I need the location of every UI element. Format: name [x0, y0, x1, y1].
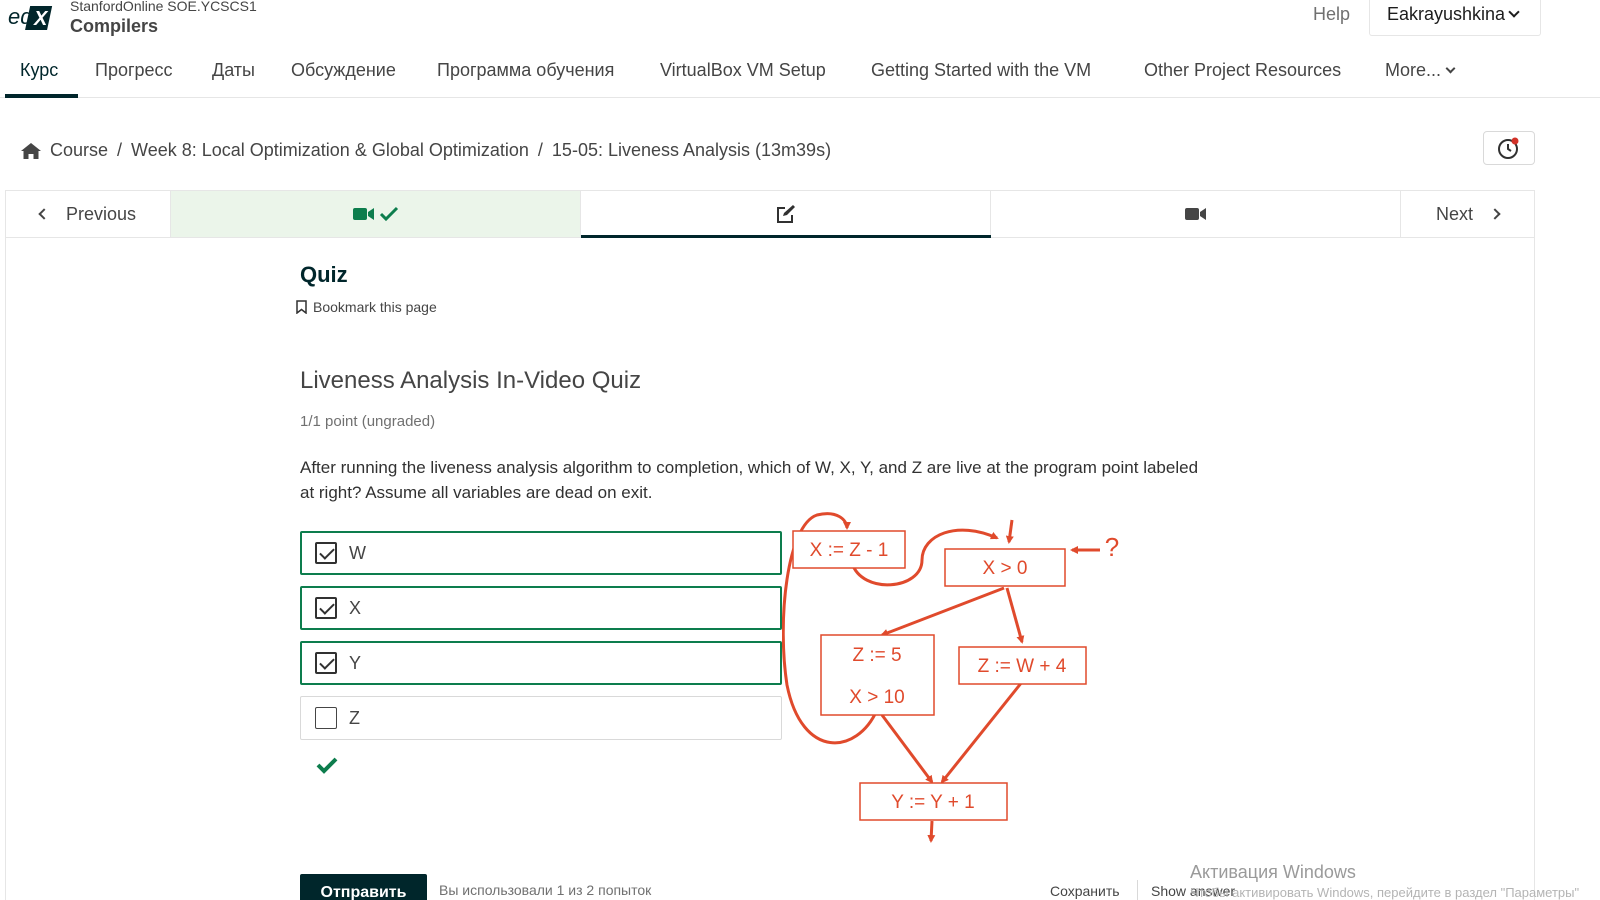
course-tabs: Курс Прогресс Даты Обсуждение Программа …	[0, 50, 1600, 98]
tab-progress[interactable]: Прогресс	[95, 60, 173, 81]
sequence-unit-video[interactable]	[991, 191, 1401, 237]
bookmark-label: Bookmark this page	[313, 299, 437, 315]
breadcrumb: Course / Week 8: Local Optimization & Gl…	[20, 140, 831, 161]
chevron-right-icon	[1489, 208, 1501, 220]
submit-button[interactable]: Отправить	[300, 874, 427, 900]
site-header: ed X StanfordOnline SOE.YCSCS1 Compilers…	[0, 0, 1600, 40]
problem-points: 1/1 point (ungraded)	[300, 413, 436, 430]
next-button[interactable]: Next	[1401, 191, 1534, 237]
problem-title: Liveness Analysis In-Video Quiz	[300, 367, 642, 394]
choice-z[interactable]: Z	[300, 696, 782, 740]
checkbox-unchecked[interactable]	[315, 707, 337, 729]
edit-icon	[776, 205, 795, 223]
chevron-down-icon	[1445, 63, 1456, 74]
previous-button[interactable]: Previous	[6, 191, 171, 237]
edx-logo[interactable]: ed X	[6, 2, 54, 32]
tab-syllabus[interactable]: Программа обучения	[437, 60, 614, 81]
attempts-text: Вы использовали 1 из 2 попыток	[439, 882, 652, 898]
diagram-question-mark: ?	[1105, 532, 1119, 562]
breadcrumb-course[interactable]: Course	[50, 140, 108, 161]
unit-title: Quiz	[300, 262, 348, 287]
diagram-node-label: Z := 5	[852, 645, 901, 666]
svg-text:X: X	[33, 8, 49, 30]
tab-more-label: More...	[1385, 60, 1442, 80]
notification-history-button[interactable]	[1483, 131, 1535, 165]
username: Eakrayushkina	[1387, 4, 1506, 24]
choice-w[interactable]: W	[300, 531, 782, 575]
choice-label: W	[349, 542, 366, 563]
choice-label: Y	[349, 652, 362, 673]
video-icon	[352, 208, 374, 220]
diagram-node-label: X > 10	[849, 687, 904, 708]
breadcrumb-unit[interactable]: 15-05: Liveness Analysis (13m39s)	[552, 140, 831, 161]
control-flow-diagram: X := Z - 1 X > 0 Z := 5 X > 10 Z := W + …	[782, 512, 1119, 843]
sequence-unit-video-complete[interactable]	[171, 191, 581, 237]
tab-project-resources[interactable]: Other Project Resources	[1144, 60, 1341, 81]
choice-label: Z	[349, 707, 360, 728]
home-icon	[21, 142, 41, 159]
tab-discussion[interactable]: Обсуждение	[291, 60, 396, 81]
windows-activation-subtitle: Чтобы активировать Windows, перейдите в …	[1190, 885, 1580, 900]
diagram-node-label: Z := W + 4	[978, 656, 1067, 677]
breadcrumb-section[interactable]: Week 8: Local Optimization & Global Opti…	[131, 140, 529, 161]
correct-check-icon	[316, 757, 338, 774]
next-label: Next	[1435, 203, 1473, 224]
choice-label: X	[349, 597, 362, 618]
tab-getting-started-vm[interactable]: Getting Started with the VM	[871, 60, 1091, 81]
diagram-node-label: Y := Y + 1	[891, 792, 974, 813]
video-icon	[1184, 208, 1206, 220]
diagram-node-label: X := Z - 1	[810, 540, 889, 561]
chevron-left-icon	[38, 208, 50, 220]
checkbox-checked[interactable]	[315, 542, 337, 564]
tab-more[interactable]: More...	[1385, 60, 1456, 81]
breadcrumb-separator: /	[117, 140, 123, 160]
clock-icon	[1498, 137, 1519, 159]
tab-virtualbox-setup[interactable]: VirtualBox VM Setup	[660, 60, 826, 81]
course-title: Compilers	[70, 16, 159, 36]
windows-activation-title: Активация Windows	[1190, 862, 1356, 882]
sequence-navigation: Previous Next	[5, 190, 1535, 238]
user-menu-button[interactable]: Eakrayushkina	[1369, 0, 1541, 36]
chevron-down-icon	[1508, 6, 1520, 18]
active-tab-indicator	[5, 94, 78, 98]
tab-course[interactable]: Курс	[20, 60, 58, 81]
course-org: StanfordOnline SOE.YCSCS1	[70, 0, 257, 14]
diagram-node-label: X > 0	[983, 558, 1028, 579]
breadcrumb-separator: /	[537, 140, 543, 160]
choice-y[interactable]: Y	[300, 641, 782, 685]
save-button[interactable]: Сохранить	[1050, 883, 1120, 899]
checkbox-checked[interactable]	[315, 652, 337, 674]
checkbox-checked[interactable]	[315, 597, 337, 619]
bookmark-button[interactable]: Bookmark this page	[296, 299, 437, 315]
tab-dates[interactable]: Даты	[212, 60, 255, 81]
action-separator	[1137, 880, 1138, 900]
check-icon	[379, 206, 398, 222]
bookmark-icon	[296, 300, 307, 314]
sequence-unit-problem-active[interactable]	[581, 191, 991, 237]
previous-label: Previous	[65, 203, 137, 224]
choice-x[interactable]: X	[300, 586, 782, 630]
problem-prompt: After running the liveness analysis algo…	[300, 458, 1199, 502]
help-link[interactable]: Help	[1313, 4, 1350, 25]
